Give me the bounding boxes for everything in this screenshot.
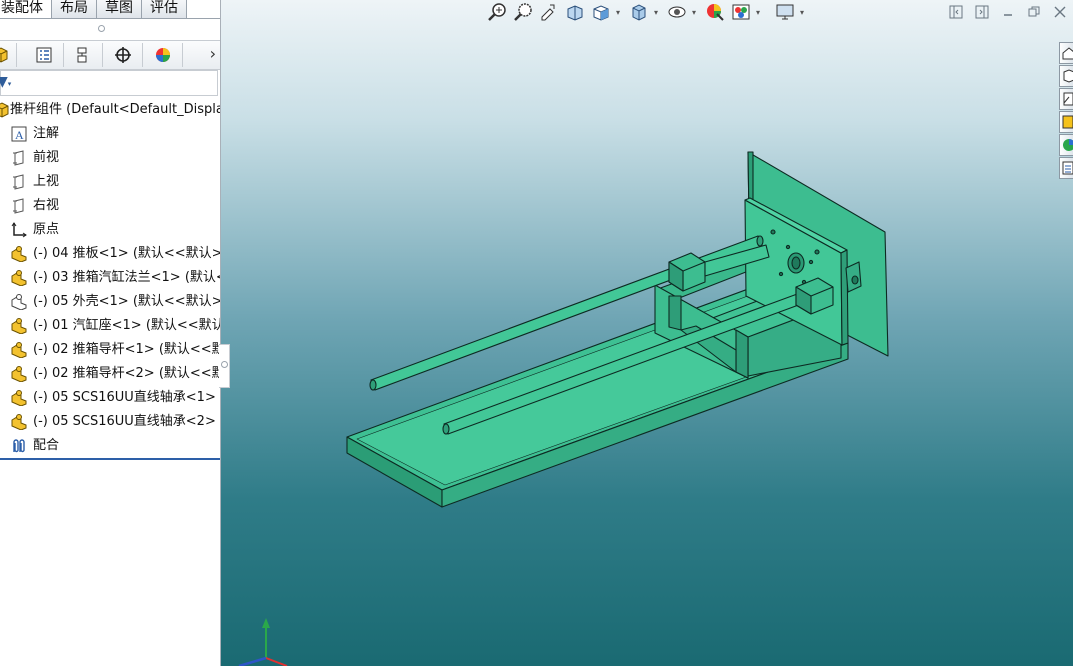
part-icon: [11, 246, 27, 263]
tree-item-label: (-) 04 推板<1> (默认<<默认>_: [33, 246, 221, 261]
manager-tab-bar: ›: [0, 40, 220, 70]
tree-item-part[interactable]: (-) 01 汽缸座<1> (默认<<默认: [0, 314, 220, 338]
tree-item-label: (-) 02 推箱导杆<2> (默认<<默: [33, 366, 221, 381]
property-manager-icon[interactable]: [25, 43, 64, 67]
graphics-viewport[interactable]: ▾ ▾ ▾ ▾ ▾: [221, 0, 1073, 666]
tree-item-mates[interactable]: 配合: [0, 434, 220, 458]
assembly-3d-model[interactable]: [221, 0, 1073, 666]
part-icon: [11, 366, 27, 383]
panel-resize-grip[interactable]: [219, 344, 230, 388]
part-icon: [11, 414, 27, 431]
tree-item-part[interactable]: (-) 05 SCS16UU直线轴承<1> (: [0, 386, 220, 410]
tree-item-label: 注解: [33, 126, 60, 141]
mates-icon: [11, 438, 27, 454]
plane-icon: [11, 198, 27, 214]
cylinder-seat[interactable]: [845, 261, 862, 293]
tree-item-label: 前视: [33, 150, 60, 165]
part-outline-icon: [11, 294, 27, 311]
assembly-icon: [0, 102, 10, 118]
tree-item-right-plane[interactable]: 右视: [0, 194, 220, 218]
part-icon: [11, 342, 27, 359]
part-icon: [11, 318, 27, 335]
tree-item-part[interactable]: (-) 03 推箱汽缸法兰<1> (默认<: [0, 266, 220, 290]
part-icon: [11, 270, 27, 287]
tree-filter-bar[interactable]: ▼▾: [0, 70, 218, 96]
display-manager-icon[interactable]: [144, 43, 183, 67]
annotation-icon: A: [11, 126, 27, 142]
tab-divider: [0, 18, 220, 19]
tree-item-label: (-) 05 SCS16UU直线轴承<1> (: [33, 390, 221, 405]
origin-icon: [11, 222, 27, 238]
tree-item-annotations[interactable]: A 注解: [0, 122, 220, 146]
tree-end-marker: [0, 458, 220, 460]
tree-item-label: (-) 05 SCS16UU直线轴承<2> (: [33, 414, 221, 429]
tree-item-top-plane[interactable]: 上视: [0, 170, 220, 194]
plane-icon: [11, 174, 27, 190]
tree-item-label: 配合: [33, 438, 60, 453]
reference-triad: [238, 618, 288, 666]
tree-item-label: (-) 03 推箱汽缸法兰<1> (默认<: [33, 270, 221, 285]
svg-text:A: A: [15, 128, 24, 142]
feature-tree: 推杆组件 (Default<Default_Display A 注解 前视 上视…: [0, 98, 220, 458]
tab-assembly[interactable]: 装配体: [0, 0, 52, 19]
tree-item-label: 上视: [33, 174, 60, 189]
tree-root-assembly[interactable]: 推杆组件 (Default<Default_Display: [0, 98, 220, 122]
tab-evaluate[interactable]: 评估: [141, 0, 187, 19]
tree-item-label: (-) 05 外壳<1> (默认<<默认>_: [33, 294, 221, 309]
tree-item-label: (-) 02 推箱导杆<1> (默认<<默: [33, 342, 221, 357]
part-icon: [11, 390, 27, 407]
tree-item-label: (-) 01 汽缸座<1> (默认<<默认: [33, 318, 221, 333]
tree-item-part[interactable]: (-) 05 SCS16UU直线轴承<2> (: [0, 410, 220, 434]
panel-splitter-handle[interactable]: [98, 25, 105, 32]
dimxpert-icon[interactable]: [104, 43, 143, 67]
tab-layout[interactable]: 布局: [51, 0, 97, 19]
plane-icon: [11, 150, 27, 166]
tree-item-origin[interactable]: 原点: [0, 218, 220, 242]
tree-item-part[interactable]: (-) 05 外壳<1> (默认<<默认>_: [0, 290, 220, 314]
tree-item-part[interactable]: (-) 02 推箱导杆<2> (默认<<默: [0, 362, 220, 386]
tab-sketch[interactable]: 草图: [96, 0, 142, 19]
tree-item-part[interactable]: (-) 02 推箱导杆<1> (默认<<默: [0, 338, 220, 362]
filter-icon[interactable]: ▼▾: [0, 74, 11, 90]
feature-manager-icon[interactable]: [0, 43, 17, 67]
configuration-manager-icon[interactable]: [64, 43, 103, 67]
tree-item-part[interactable]: (-) 04 推板<1> (默认<<默认>_: [0, 242, 220, 266]
feature-manager-panel: 装配体 布局 草图 评估 › ▼▾ 推杆组件 (Default<D: [0, 0, 221, 666]
tree-root-label: 推杆组件 (Default<Default_Display: [10, 102, 221, 117]
tree-item-front-plane[interactable]: 前视: [0, 146, 220, 170]
tree-item-label: 右视: [33, 198, 60, 213]
tree-item-label: 原点: [33, 222, 60, 237]
command-manager-tabs: 装配体 布局 草图 评估: [0, 0, 187, 19]
chevron-right-icon[interactable]: ›: [210, 44, 216, 63]
